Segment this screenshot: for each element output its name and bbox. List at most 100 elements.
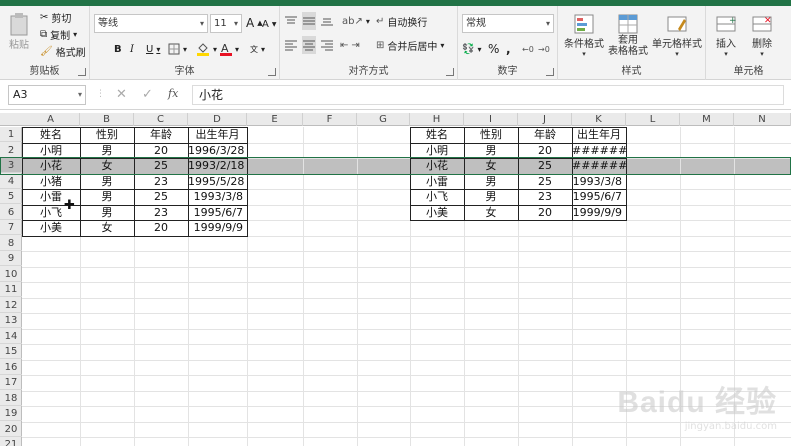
table2-cell[interactable]: 年龄 (518, 128, 572, 143)
align-left-button[interactable] (284, 36, 298, 54)
table2-cell[interactable]: 1995/6/7 (572, 190, 626, 205)
row-header-14[interactable]: 14 (0, 329, 22, 344)
table2-cell[interactable]: 20 (518, 206, 572, 221)
align-top-button[interactable] (284, 12, 298, 30)
row-header-17[interactable]: 17 (0, 375, 22, 390)
table2-cell[interactable]: 小雷 (410, 175, 464, 190)
format-as-table-button[interactable]: 套用 表格格式 (606, 8, 650, 62)
grow-font-button[interactable]: A ▲ (246, 14, 263, 32)
merge-center-button[interactable]: ⊞ 合并后居中 ▾ (376, 36, 444, 54)
table1-cell[interactable]: 出生年月 (188, 128, 247, 143)
cell-styles-button[interactable]: 单元格样式 ▾ (652, 8, 702, 62)
table1-cell[interactable]: 1993/3/8 (188, 190, 247, 205)
table1-cell[interactable]: 男 (80, 175, 134, 190)
table1-cell[interactable]: 小美 (22, 221, 80, 236)
table2-cell[interactable]: 男 (464, 190, 518, 205)
table2-cell[interactable]: 性别 (464, 128, 518, 143)
orientation-button[interactable]: ab↗ ▾ (342, 12, 370, 30)
table2-cell[interactable]: 女 (464, 206, 518, 221)
table2-cell[interactable]: 出生年月 (572, 128, 626, 143)
row-header-5[interactable]: 5 (0, 189, 22, 204)
align-bottom-button[interactable] (320, 12, 334, 30)
bold-button[interactable]: B (114, 40, 122, 58)
row-header-6[interactable]: 6 (0, 205, 22, 220)
column-header-l[interactable]: L (626, 113, 680, 126)
column-header-k[interactable]: K (572, 113, 626, 126)
column-header-f[interactable]: F (303, 113, 357, 126)
table1-cell[interactable]: 男 (80, 206, 134, 221)
clipboard-launcher-icon[interactable] (78, 68, 86, 76)
row-header-12[interactable]: 12 (0, 298, 22, 313)
increase-decimal-button[interactable]: ←0 (522, 40, 534, 58)
accounting-format-button[interactable]: 💱 ▾ (462, 40, 481, 58)
table1-cell[interactable]: 性别 (80, 128, 134, 143)
alignment-launcher-icon[interactable] (446, 68, 454, 76)
paste-button[interactable]: 粘贴 (6, 10, 32, 52)
insert-function-icon[interactable]: fx (168, 87, 178, 100)
font-color-button[interactable]: A ▾ (220, 40, 239, 58)
table1-cell[interactable]: 1995/6/7 (188, 206, 247, 221)
underline-button[interactable]: U ▾ (146, 40, 160, 58)
column-header-j[interactable]: J (518, 113, 572, 126)
table1-cell[interactable]: 女 (80, 221, 134, 236)
row-header-1[interactable]: 1 (0, 127, 22, 142)
row-header-18[interactable]: 18 (0, 391, 22, 406)
row-header-9[interactable]: 9 (0, 251, 22, 266)
copy-button[interactable]: ⧉ 复制 ▾ (40, 25, 77, 43)
table1-cell[interactable]: 1999/9/9 (188, 221, 247, 236)
formula-input[interactable]: 小花 (192, 85, 784, 105)
table1-cell[interactable]: 1995/5/28 (188, 175, 247, 190)
align-middle-button[interactable] (302, 12, 316, 30)
table1-cell[interactable]: 25 (134, 190, 188, 205)
number-launcher-icon[interactable] (546, 68, 554, 76)
table2-cell[interactable]: 姓名 (410, 128, 464, 143)
column-header-c[interactable]: C (134, 113, 188, 126)
row-header-4[interactable]: 4 (0, 174, 22, 189)
column-header-m[interactable]: M (680, 113, 734, 126)
table1-cell[interactable]: 男 (80, 190, 134, 205)
table2-cell[interactable]: 小飞 (410, 190, 464, 205)
table2-cell[interactable]: 1993/3/8 (572, 175, 626, 190)
phonetic-button[interactable]: 文 ▾ (250, 40, 265, 58)
table1-cell[interactable]: 23 (134, 175, 188, 190)
table1-cell[interactable]: 年龄 (134, 128, 188, 143)
table2-cell[interactable]: 男 (464, 175, 518, 190)
borders-button[interactable]: ▾ (168, 40, 187, 58)
column-header-g[interactable]: G (357, 113, 410, 126)
row-header-15[interactable]: 15 (0, 344, 22, 359)
column-header-i[interactable]: I (464, 113, 518, 126)
align-center-button[interactable] (302, 36, 316, 54)
format-painter-button[interactable]: 🖌 格式刷 (40, 42, 86, 60)
row-header-13[interactable]: 13 (0, 313, 22, 328)
name-box[interactable]: A3 ▾ (8, 85, 86, 105)
font-name-select[interactable]: 等线 ▾ (94, 14, 208, 33)
decrease-decimal-button[interactable]: →0 (538, 40, 550, 58)
comma-style-button[interactable]: , (506, 40, 511, 58)
table1-cell[interactable]: 20 (134, 221, 188, 236)
row-header-11[interactable]: 11 (0, 282, 22, 297)
row-header-2[interactable]: 2 (0, 143, 22, 158)
column-header-a[interactable]: A (22, 113, 80, 126)
row-header-10[interactable]: 10 (0, 267, 22, 282)
number-format-select[interactable]: 常规 ▾ (462, 14, 554, 33)
column-header-b[interactable]: B (80, 113, 134, 126)
table2-cell[interactable]: 小美 (410, 206, 464, 221)
align-right-button[interactable] (320, 36, 334, 54)
cancel-icon[interactable]: ✕ (116, 87, 127, 102)
wrap-text-button[interactable]: ↵ 自动换行 (376, 12, 427, 30)
insert-cells-button[interactable]: + 插入 ▾ (710, 8, 742, 62)
font-launcher-icon[interactable] (268, 68, 276, 76)
delete-cells-button[interactable]: ✕ 删除 ▾ (746, 8, 778, 62)
column-header-h[interactable]: H (410, 113, 464, 126)
conditional-formatting-button[interactable]: 条件格式 ▾ (564, 8, 604, 62)
percent-style-button[interactable]: % (488, 40, 499, 58)
table1-cell[interactable]: 小猪 (22, 175, 80, 190)
table2-cell[interactable]: 25 (518, 175, 572, 190)
row-header-16[interactable]: 16 (0, 360, 22, 375)
row-header-21[interactable]: 21 (0, 437, 22, 446)
table1-cell[interactable]: 23 (134, 206, 188, 221)
column-header-e[interactable]: E (247, 113, 303, 126)
row-header-20[interactable]: 20 (0, 422, 22, 437)
row-header-8[interactable]: 8 (0, 236, 22, 251)
table1-cell[interactable]: 姓名 (22, 128, 80, 143)
